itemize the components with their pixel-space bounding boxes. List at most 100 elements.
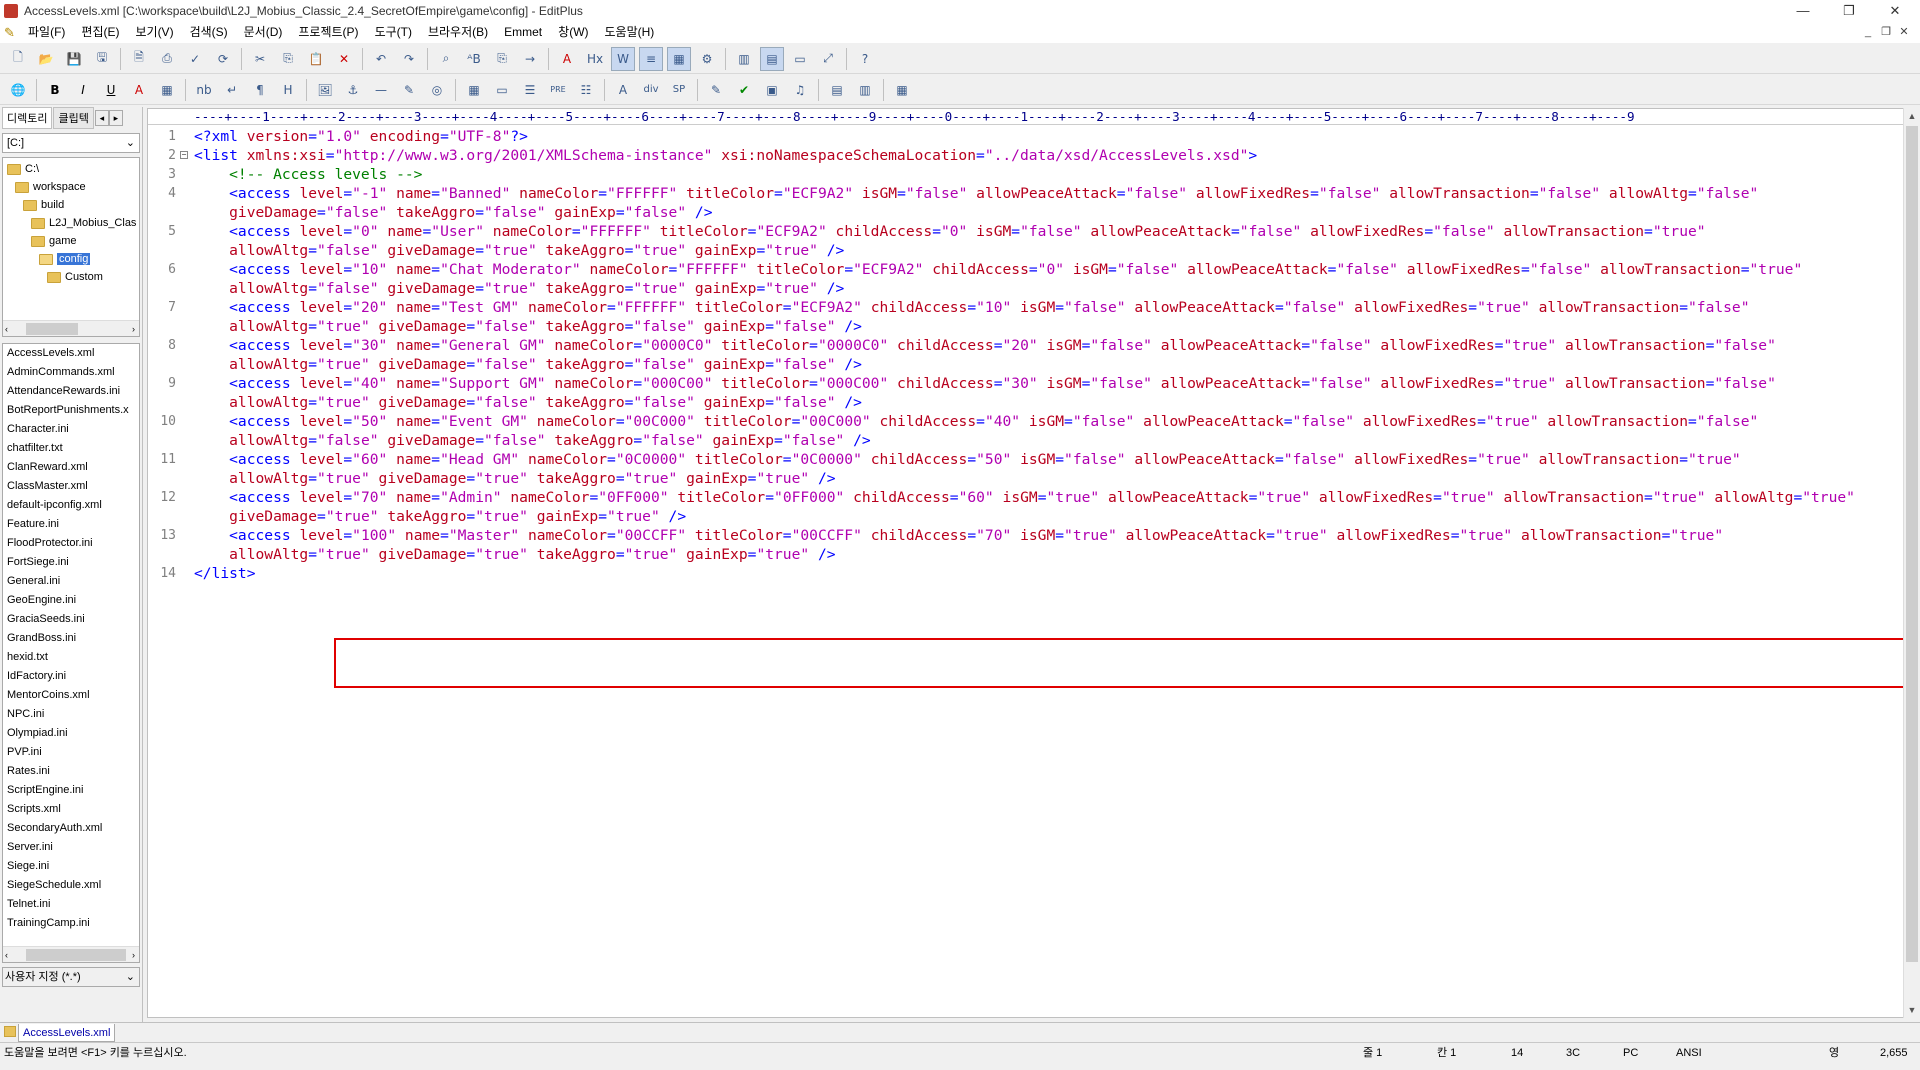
code-line[interactable]: allowAltg="true" giveDamage="false" take… <box>194 393 862 412</box>
file-list-item[interactable]: TrainingCamp.ini <box>3 914 139 933</box>
status-eol[interactable]: PC <box>1623 1043 1638 1063</box>
file-list-item[interactable]: IdFactory.ini <box>3 667 139 686</box>
new-file-icon[interactable]: 🗋 <box>6 47 30 71</box>
output-window-icon[interactable]: ▭ <box>788 47 812 71</box>
tree-horizontal-scrollbar[interactable]: ‹ › <box>3 320 139 336</box>
file-list-item[interactable]: NPC.ini <box>3 705 139 724</box>
code-line[interactable]: <access level="100" name="Master" nameCo… <box>194 526 1723 545</box>
file-list-item[interactable]: chatfilter.txt <box>3 439 139 458</box>
script-icon[interactable]: ▣ <box>760 78 784 102</box>
code-line[interactable]: <?xml version="1.0" encoding="UTF-8"?> <box>194 127 528 146</box>
line-break-icon[interactable]: ↵ <box>220 78 244 102</box>
validate-icon[interactable]: ✎ <box>704 78 728 102</box>
context-help-icon[interactable]: ? <box>853 47 877 71</box>
fullscreen-icon[interactable]: ⤢ <box>816 47 840 71</box>
center-icon[interactable]: ☰ <box>518 78 542 102</box>
hex-view-icon[interactable]: Hx <box>583 47 607 71</box>
file-list-item[interactable]: AttendanceRewards.ini <box>3 382 139 401</box>
file-list-item[interactable]: SiegeSchedule.xml <box>3 876 139 895</box>
menu-item[interactable]: 검색(S) <box>182 22 236 43</box>
print-icon[interactable]: ⎙ <box>155 47 179 71</box>
scroll-left-icon[interactable]: ‹ <box>5 324 8 334</box>
file-list-item[interactable]: BotReportPunishments.x <box>3 401 139 420</box>
file-list-item[interactable]: FloodProtector.ini <box>3 534 139 553</box>
font-color-icon[interactable]: A <box>127 78 151 102</box>
tree-node[interactable]: workspace <box>15 178 86 196</box>
code-line[interactable]: allowAltg="true" giveDamage="false" take… <box>194 355 862 374</box>
file-list-item[interactable]: Feature.ini <box>3 515 139 534</box>
file-list-item[interactable]: GrandBoss.ini <box>3 629 139 648</box>
menu-item[interactable]: 도구(T) <box>367 22 420 43</box>
file-list-item[interactable]: AdminCommands.xml <box>3 363 139 382</box>
file-list-item[interactable]: GeoEngine.ini <box>3 591 139 610</box>
comment-icon[interactable]: ◎ <box>425 78 449 102</box>
nbsp-icon[interactable]: nb <box>192 78 216 102</box>
tree-node[interactable]: Custom <box>47 268 103 286</box>
drive-select[interactable]: [C:] ⌄ <box>2 133 140 153</box>
undo-icon[interactable]: ↶ <box>369 47 393 71</box>
color-palette-icon[interactable]: ▦ <box>155 78 179 102</box>
code-line[interactable]: <access level="30" name="General GM" nam… <box>194 336 1776 355</box>
code-line[interactable]: <access level="-1" name="Banned" nameCol… <box>194 184 1758 203</box>
table-icon[interactable]: ▦ <box>462 78 486 102</box>
mdi-restore-icon[interactable]: ❐ <box>1878 24 1894 40</box>
form-icon[interactable]: ▭ <box>490 78 514 102</box>
code-line[interactable]: allowAltg="true" giveDamage="true" takeA… <box>194 469 835 488</box>
cliptext-window-icon[interactable]: ▤ <box>760 46 784 71</box>
find-icon[interactable]: ⌕ <box>434 47 458 71</box>
code-line[interactable]: <!-- Access levels --> <box>194 165 422 184</box>
cut-icon[interactable]: ✂ <box>248 47 272 71</box>
horizontal-rule-icon[interactable]: — <box>369 78 393 102</box>
code-line[interactable]: allowAltg="false" giveDamage="true" take… <box>194 241 844 260</box>
scrollbar-thumb[interactable] <box>1906 126 1918 962</box>
code-line[interactable]: <access level="0" name="User" nameColor=… <box>194 222 1705 241</box>
file-list-item[interactable]: ClassMaster.xml <box>3 477 139 496</box>
file-list-item[interactable]: FortSiege.ini <box>3 553 139 572</box>
close-button[interactable]: ✕ <box>1872 0 1918 22</box>
italic-icon[interactable]: I <box>71 78 95 102</box>
code-area[interactable]: 1 <?xml version="1.0" encoding="UTF-8"?> 2… <box>148 125 1904 582</box>
code-line[interactable]: <access level="40" name="Support GM" nam… <box>194 374 1776 393</box>
minimize-button[interactable]: — <box>1780 0 1826 22</box>
redo-icon[interactable]: ↷ <box>397 47 421 71</box>
mdi-minimize-icon[interactable]: _ <box>1860 24 1876 40</box>
file-list-item[interactable]: GraciaSeeds.ini <box>3 610 139 629</box>
spell-check-icon[interactable]: ✓ <box>183 47 207 71</box>
underline-icon[interactable]: U <box>99 78 123 102</box>
code-line[interactable]: <access level="70" name="Admin" nameColo… <box>194 488 1855 507</box>
find-in-files-icon[interactable]: ⎘ <box>490 47 514 71</box>
copy-icon[interactable]: ⎘ <box>276 47 300 71</box>
tree-node[interactable]: game <box>31 232 77 250</box>
file-list-item[interactable]: default-ipconfig.xml <box>3 496 139 515</box>
tree-node[interactable]: L2J_Mobius_Clas <box>31 214 136 232</box>
replace-icon[interactable]: ᴬB <box>462 47 486 71</box>
check-icon[interactable]: ✔ <box>732 78 756 102</box>
scroll-up-icon[interactable]: ▲ <box>1904 108 1920 124</box>
tree-node[interactable]: build <box>23 196 64 214</box>
fold-toggle-icon[interactable]: − <box>180 151 188 159</box>
toolbar-options-icon[interactable]: ▦ <box>890 78 914 102</box>
tab-cliptext[interactable]: 클립텍 <box>53 107 94 129</box>
code-editor[interactable]: ----+----1----+----2----+----3----+----4… <box>147 108 1905 1018</box>
file-list-item[interactable]: Olympiad.ini <box>3 724 139 743</box>
menu-item[interactable]: 창(W) <box>550 22 596 43</box>
save-icon[interactable]: 💾 <box>62 47 86 71</box>
tree-node[interactable]: C:\ <box>7 160 39 178</box>
pre-icon[interactable]: PRE <box>546 78 570 102</box>
highlight-icon[interactable]: ✎ <box>397 78 421 102</box>
file-list-item[interactable]: AccessLevels.xml <box>3 344 139 363</box>
refresh-icon[interactable]: ⟳ <box>211 47 235 71</box>
code-line[interactable]: giveDamage="true" takeAggro="true" gainE… <box>194 507 686 526</box>
tab-scroll-left-icon[interactable]: ◂ <box>94 110 109 126</box>
tab-scroll-right-icon[interactable]: ▸ <box>108 110 123 126</box>
mdi-close-icon[interactable]: ✕ <box>1896 24 1912 40</box>
file-list-item[interactable]: SecondaryAuth.xml <box>3 819 139 838</box>
heading-icon[interactable]: H <box>276 78 300 102</box>
scrollbar-thumb[interactable] <box>26 948 126 961</box>
file-list-item[interactable]: MentorCoins.xml <box>3 686 139 705</box>
image-icon[interactable]: 🖼 <box>313 78 337 102</box>
music-icon[interactable]: ♫ <box>788 78 812 102</box>
code-line[interactable]: allowAltg="false" giveDamage="true" take… <box>194 279 844 298</box>
code-line[interactable]: allowAltg="true" giveDamage="true" takeA… <box>194 545 835 564</box>
paste-icon[interactable]: 📋 <box>304 47 328 71</box>
